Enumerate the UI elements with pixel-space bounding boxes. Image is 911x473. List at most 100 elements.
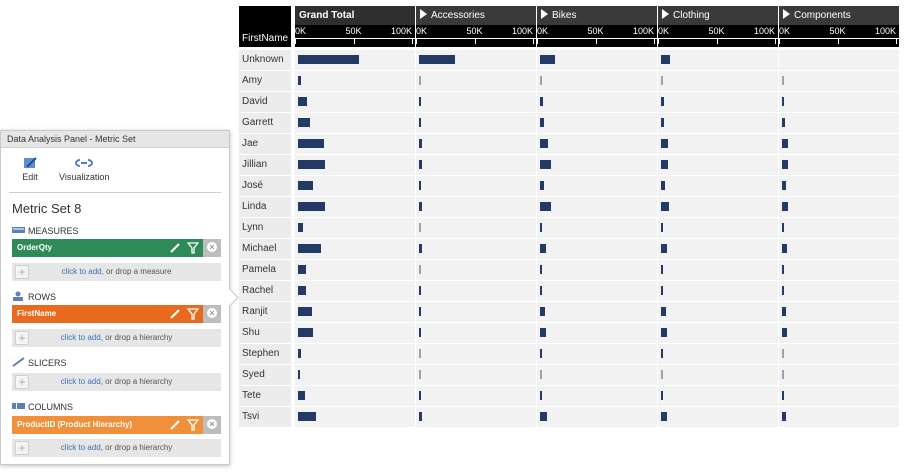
click-to-add-row-link[interactable]: click to add [61, 333, 101, 342]
row-label[interactable]: Tsvi [239, 407, 291, 427]
row-label[interactable]: Jillian [239, 155, 291, 175]
row-label[interactable]: José [239, 176, 291, 196]
bar-bikes-lynn[interactable] [540, 223, 542, 232]
add-measure-plus-icon[interactable]: + [15, 265, 29, 279]
row-pill-firstname[interactable]: FirstName [12, 305, 221, 323]
row-label[interactable]: Lynn [239, 218, 291, 238]
bar-clothing-syed[interactable] [661, 370, 663, 379]
bar-clothing-david[interactable] [661, 97, 664, 106]
column-pill-productid[interactable]: ProductID (Product Hierarchy) [12, 416, 221, 434]
bar-accessories-josé[interactable] [419, 181, 422, 190]
bar-bikes-garrett[interactable] [540, 118, 544, 127]
bar-grand-total-rachel[interactable] [298, 286, 307, 295]
bar-components-amy[interactable] [782, 76, 784, 85]
bar-clothing-unknown[interactable] [661, 55, 670, 64]
column-header-components[interactable]: Components [779, 6, 899, 25]
add-row-plus-icon[interactable]: + [15, 331, 29, 345]
bar-clothing-linda[interactable] [661, 202, 670, 211]
bar-grand-total-ranjit[interactable] [298, 307, 313, 316]
bar-components-david[interactable] [782, 97, 785, 106]
bar-bikes-pamela[interactable] [540, 265, 543, 274]
pencil-icon[interactable] [169, 308, 181, 320]
measure-pill-orderqty[interactable]: OrderQty [12, 239, 221, 257]
bar-clothing-amy[interactable] [661, 76, 663, 85]
bar-grand-total-pamela[interactable] [298, 265, 307, 274]
bar-clothing-jillian[interactable] [661, 160, 669, 169]
bar-components-garrett[interactable] [782, 118, 785, 127]
row-label[interactable]: Rachel [239, 281, 291, 301]
bar-grand-total-lynn[interactable] [298, 223, 304, 232]
bar-bikes-stephen[interactable] [540, 349, 542, 358]
bar-clothing-stephen[interactable] [661, 349, 663, 358]
bar-components-ranjit[interactable] [782, 307, 787, 316]
bar-accessories-amy[interactable] [419, 76, 421, 85]
filter-icon[interactable] [187, 308, 199, 320]
bar-components-pamela[interactable] [782, 265, 784, 274]
bar-grand-total-stephen[interactable] [298, 349, 301, 358]
bar-grand-total-jillian[interactable] [298, 160, 325, 169]
bar-accessories-garrett[interactable] [419, 118, 421, 127]
bar-grand-total-syed[interactable] [298, 370, 300, 379]
edit-button[interactable]: Edit [21, 156, 39, 182]
expand-triangle-icon[interactable] [662, 9, 669, 19]
bar-grand-total-tete[interactable] [298, 391, 306, 400]
bar-bikes-unknown[interactable] [540, 55, 556, 64]
row-label[interactable]: Linda [239, 197, 291, 217]
bar-accessories-rachel[interactable] [419, 286, 421, 295]
slicers-drop-zone[interactable]: + click to add, or drop a hierarchy [12, 373, 221, 391]
row-label[interactable]: Garrett [239, 113, 291, 133]
bar-clothing-lynn[interactable] [661, 223, 663, 232]
row-label[interactable]: Stephen [239, 344, 291, 364]
bar-components-josé[interactable] [782, 181, 786, 190]
bar-bikes-jae[interactable] [540, 139, 549, 148]
bar-accessories-jae[interactable] [419, 139, 422, 148]
bar-clothing-tsvi[interactable] [661, 412, 667, 421]
visualization-button[interactable]: Visualization [59, 156, 109, 182]
bar-clothing-josé[interactable] [661, 181, 665, 190]
bar-components-linda[interactable] [782, 202, 788, 211]
bar-bikes-michael[interactable] [540, 244, 546, 253]
bar-grand-total-tsvi[interactable] [298, 412, 316, 421]
bar-bikes-tete[interactable] [540, 391, 543, 400]
bar-bikes-shu[interactable] [540, 328, 546, 337]
bar-accessories-lynn[interactable] [419, 223, 421, 232]
filter-icon[interactable] [187, 419, 199, 431]
click-to-add-column-link[interactable]: click to add [61, 443, 101, 452]
row-label[interactable]: Michael [239, 239, 291, 259]
bar-accessories-unknown[interactable] [419, 55, 456, 64]
bar-clothing-ranjit[interactable] [661, 307, 666, 316]
pencil-icon[interactable] [169, 419, 181, 431]
bar-grand-total-michael[interactable] [298, 244, 322, 253]
row-label[interactable]: Syed [239, 365, 291, 385]
bar-grand-total-linda[interactable] [298, 202, 325, 211]
bar-bikes-jillian[interactable] [540, 160, 551, 169]
pencil-icon[interactable] [169, 242, 181, 254]
measure-drop-zone[interactable]: + click to add, or drop a measure [12, 263, 221, 281]
remove-measure-button[interactable] [203, 239, 221, 257]
bar-bikes-syed[interactable] [540, 370, 542, 379]
row-label[interactable]: Amy [239, 71, 291, 91]
bar-accessories-tsvi[interactable] [419, 412, 422, 421]
row-label[interactable]: Ranjit [239, 302, 291, 322]
bar-components-jae[interactable] [782, 139, 789, 148]
bar-grand-total-david[interactable] [298, 97, 308, 106]
bar-accessories-linda[interactable] [419, 202, 422, 211]
bar-components-jillian[interactable] [782, 160, 788, 169]
bar-clothing-rachel[interactable] [661, 286, 664, 295]
row-label[interactable]: Pamela [239, 260, 291, 280]
bar-components-michael[interactable] [782, 244, 788, 253]
remove-column-button[interactable] [203, 416, 221, 434]
bar-accessories-michael[interactable] [419, 244, 422, 253]
bar-grand-total-jae[interactable] [298, 139, 324, 148]
bar-components-shu[interactable] [782, 328, 787, 337]
bar-components-stephen[interactable] [782, 349, 784, 358]
bar-clothing-shu[interactable] [661, 328, 667, 337]
bar-clothing-jae[interactable] [661, 139, 669, 148]
click-to-add-slicer-link[interactable]: click to add [61, 377, 101, 386]
metric-set-name[interactable]: Metric Set 8 [12, 201, 81, 216]
bar-grand-total-josé[interactable] [298, 181, 314, 190]
bar-components-tsvi[interactable] [782, 412, 786, 421]
bar-bikes-rachel[interactable] [540, 286, 543, 295]
remove-row-button[interactable] [203, 305, 221, 323]
click-to-add-measure-link[interactable]: click to add [62, 267, 102, 276]
